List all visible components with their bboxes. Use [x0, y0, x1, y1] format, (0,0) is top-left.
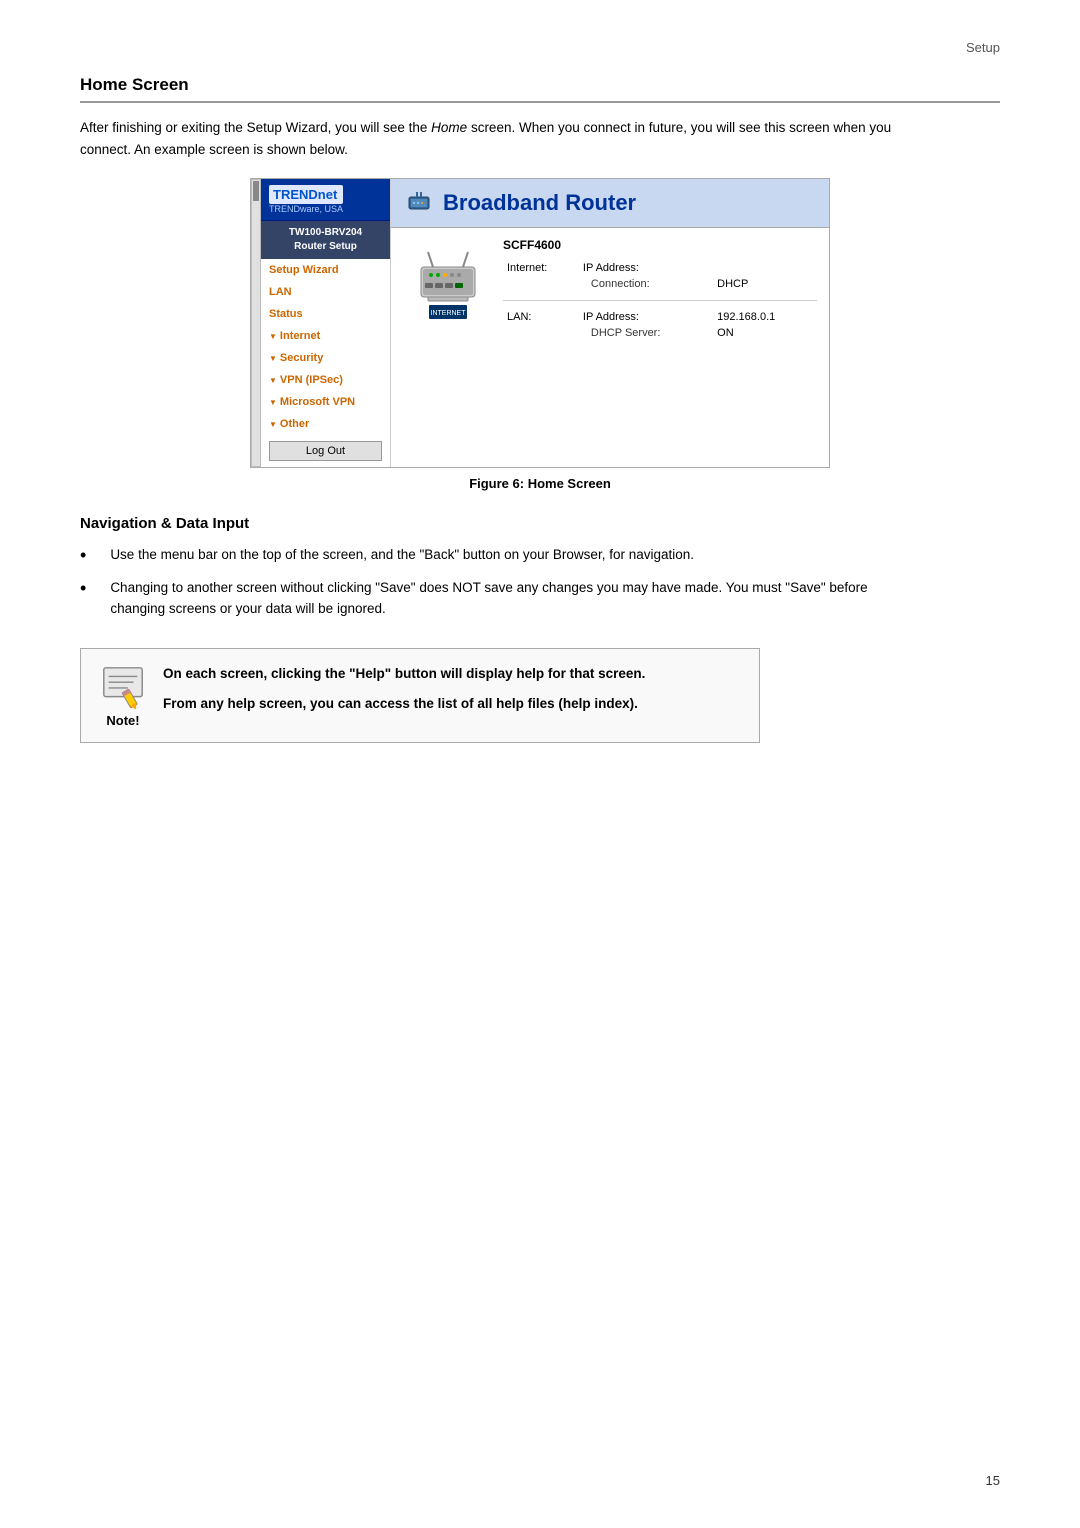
router-info-table: Internet: IP Address: Connection: DHCP L…	[503, 260, 817, 341]
trendnet-sub: TRENDware, USA	[269, 204, 343, 214]
router-model-line1: TW100-BRV204	[265, 226, 386, 240]
nav-bullet-list: Use the menu bar on the top of the scree…	[80, 544, 1000, 620]
router-info: SCFF4600 Internet: IP Address: Connectio…	[503, 238, 817, 341]
note-label: Note!	[106, 713, 139, 728]
bullet-text-1: Use the menu bar on the top of the scree…	[110, 544, 694, 566]
lan-dhcp-label: DHCP Server:	[579, 325, 713, 341]
svg-text:INTERNET: INTERNET	[431, 310, 467, 317]
home-screen-title: Home Screen	[80, 75, 1000, 103]
page-number: 15	[986, 1473, 1000, 1488]
internet-connection-value: DHCP	[713, 276, 817, 292]
router-brand-header: TRENDnet TRENDware, USA	[261, 179, 390, 221]
router-sidebar: TRENDnet TRENDware, USA TW100-BRV204 Rou…	[261, 179, 391, 467]
nav-security[interactable]: Security	[261, 347, 390, 369]
trendnet-logo: TRENDnet	[269, 185, 343, 204]
nav-setup-wizard[interactable]: Setup Wizard	[261, 259, 390, 281]
note-icon-area: Note!	[99, 663, 147, 728]
logout-button[interactable]: Log Out	[269, 441, 382, 461]
lan-ip-label: IP Address:	[579, 309, 713, 325]
nav-section-title: Navigation & Data Input	[80, 515, 1000, 532]
router-top-header: Broadband Router	[391, 179, 829, 228]
router-image: INTERNET	[413, 247, 483, 332]
scrollbar[interactable]	[251, 179, 261, 467]
lan-label: LAN:	[503, 309, 579, 325]
bullet-item-1: Use the menu bar on the top of the scree…	[80, 544, 900, 567]
internet-connection-label: Connection:	[579, 276, 713, 292]
note-box: Note! On each screen, clicking the "Help…	[80, 648, 760, 743]
page-header: Setup	[80, 40, 1000, 55]
internet-ip-label: IP Address:	[579, 260, 713, 276]
router-status-content: INTERNET SCFF4600 Internet: IP Address: …	[391, 228, 829, 351]
router-small-icon	[405, 189, 433, 217]
router-model-box: TW100-BRV204 Router Setup	[261, 221, 390, 259]
page-header-label: Setup	[966, 40, 1000, 55]
device-model-label: SCFF4600	[503, 238, 817, 252]
note-pencil-icon	[99, 663, 147, 711]
scroll-thumb[interactable]	[253, 181, 259, 201]
router-main-content: Broadband Router	[391, 179, 829, 467]
broadband-title: Broadband Router	[443, 190, 636, 216]
note-line2: From any help screen, you can access the…	[163, 693, 645, 715]
lan-dhcp-value: ON	[713, 325, 817, 341]
router-model-line2: Router Setup	[265, 240, 386, 254]
intro-text-before: After finishing or exiting the Setup Wiz…	[80, 120, 431, 135]
nav-microsoft-vpn[interactable]: Microsoft VPN	[261, 391, 390, 413]
nav-status[interactable]: Status	[261, 303, 390, 325]
nav-vpn[interactable]: VPN (IPSec)	[261, 369, 390, 391]
figure-caption: Figure 6: Home Screen	[80, 476, 1000, 491]
nav-lan[interactable]: LAN	[261, 281, 390, 303]
nav-internet[interactable]: Internet	[261, 325, 390, 347]
intro-italic: Home	[431, 120, 467, 135]
bullet-item-2: Changing to another screen without click…	[80, 577, 900, 620]
internet-ip-value	[713, 260, 817, 276]
intro-paragraph: After finishing or exiting the Setup Wiz…	[80, 117, 900, 160]
lan-ip-value: 192.168.0.1	[713, 309, 817, 325]
note-line1: On each screen, clicking the "Help" butt…	[163, 663, 645, 685]
router-image-area: INTERNET	[403, 238, 493, 341]
bullet-text-2: Changing to another screen without click…	[110, 577, 900, 620]
note-text-area: On each screen, clicking the "Help" butt…	[163, 663, 645, 714]
internet-label: Internet:	[503, 260, 579, 276]
nav-other[interactable]: Other	[261, 413, 390, 435]
router-ui-mockup: TRENDnet TRENDware, USA TW100-BRV204 Rou…	[250, 178, 830, 468]
